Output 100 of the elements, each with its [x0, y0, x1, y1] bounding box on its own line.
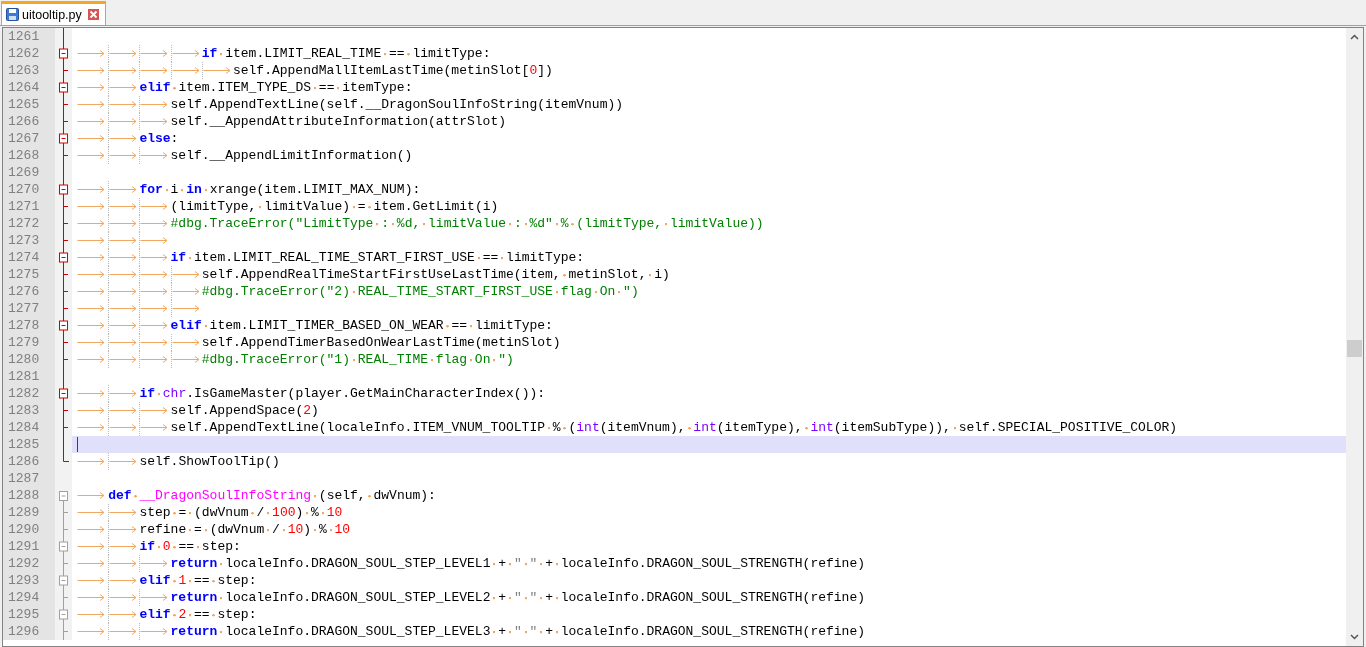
- code-line: elif 1 == step:: [139, 572, 257, 589]
- tab-arrow-icon: [77, 390, 105, 397]
- line-number: 1281: [3, 368, 55, 385]
- tab-arrow-icon: [109, 356, 138, 363]
- tab-arrow-icon: [109, 322, 138, 329]
- file-tab[interactable]: uitooltip.py: [1, 1, 106, 25]
- line-number: 1282: [3, 385, 55, 402]
- tab-arrow-icon: [140, 203, 169, 210]
- fold-minus-icon[interactable]: [59, 79, 68, 96]
- line-number: 1292: [3, 555, 55, 572]
- tab-arrow-icon: [77, 288, 105, 295]
- code-line: refine = (dwVnum / 10) % 10: [139, 521, 351, 538]
- fold-minus-icon[interactable]: [59, 538, 68, 555]
- tab-arrow-icon: [109, 611, 138, 618]
- scroll-up-icon[interactable]: [1350, 34, 1359, 40]
- tab-arrow-icon: [171, 271, 200, 278]
- line-number: 1265: [3, 96, 55, 113]
- line-number: 1290: [3, 521, 55, 538]
- fold-minus-icon[interactable]: [59, 606, 68, 623]
- fold-minus-icon[interactable]: [59, 491, 68, 504]
- tab-arrow-icon: [140, 407, 169, 414]
- code-line: return localeInfo.DRAGON_SOUL_STEP_LEVEL2 + " " + localeInfo.DRAGON_SOUL_STRENGTH(refine): [170, 589, 865, 606]
- tab-arrow-icon: [77, 339, 105, 346]
- tab-arrow-icon: [77, 186, 105, 193]
- line-number: 1270: [3, 181, 55, 198]
- line-number: 1278: [3, 317, 55, 334]
- tab-arrow-icon: [109, 339, 138, 346]
- code-line: elif 2 == step:: [139, 606, 257, 623]
- line-number: 1285: [3, 436, 55, 453]
- tab-arrow-icon: [140, 594, 169, 601]
- code-line: self.AppendSpace(2): [170, 402, 319, 419]
- line-number: 1293: [3, 572, 55, 589]
- code-line: self.AppendTextLine(localeInfo.ITEM_VNUM_TOOLTIP % (int(itemVnum), int(itemType), int(itemSubType)), self.SPECIAL_POSITIVE_COLOR): [170, 419, 1178, 436]
- tab-arrow-icon: [77, 356, 105, 363]
- tab-arrow-icon: [109, 67, 138, 74]
- line-number: 1267: [3, 130, 55, 147]
- code-line: elif item.LIMIT_TIMER_BASED_ON_WEAR == limitType:: [170, 317, 553, 334]
- tab-arrow-icon: [140, 101, 169, 108]
- line-number: 1266: [3, 113, 55, 130]
- line-number: 1274: [3, 249, 55, 266]
- code-line: self.AppendRealTimeStartFirstUseLastTime(item, metinSlot, i): [201, 266, 670, 283]
- line-number: 1294: [3, 589, 55, 606]
- tab-arrow-icon: [140, 271, 169, 278]
- line-number: 1268: [3, 147, 55, 164]
- code-line: else:: [139, 130, 179, 147]
- code-line: elif item.ITEM_TYPE_DS == itemType:: [139, 79, 413, 96]
- tab-arrow-icon: [140, 322, 169, 329]
- tab-arrow-icon: [77, 118, 105, 125]
- tab-arrow-icon: [77, 509, 105, 516]
- code-line: step = (dwVnum / 100) % 10: [139, 504, 343, 521]
- tab-arrow-icon: [77, 84, 105, 91]
- tab-arrow-icon: [171, 356, 200, 363]
- code-line: def __DragonSoulInfoString (self, dwVnum):: [108, 487, 436, 504]
- tab-arrow-icon: [109, 220, 138, 227]
- tab-arrow-icon: [77, 50, 105, 57]
- scroll-down-icon[interactable]: [1350, 634, 1359, 640]
- tab-arrow-icon: [109, 101, 138, 108]
- tab-arrow-icon: [140, 560, 169, 567]
- code-line: return localeInfo.DRAGON_SOUL_STEP_LEVEL3 + " " + localeInfo.DRAGON_SOUL_STRENGTH(refine): [170, 623, 865, 640]
- fold-minus-icon[interactable]: [59, 45, 68, 62]
- code-line: (limitType, limitValue) = item.GetLimit(i): [170, 198, 499, 215]
- tab-arrow-icon: [171, 305, 200, 312]
- tab-arrow-icon: [109, 84, 138, 91]
- code-line: return localeInfo.DRAGON_SOUL_STEP_LEVEL1 + " " + localeInfo.DRAGON_SOUL_STRENGTH(refine): [170, 555, 865, 572]
- vertical-scrollbar[interactable]: [1346, 28, 1363, 646]
- fold-minus-icon[interactable]: [59, 130, 68, 147]
- tab-arrow-icon: [109, 135, 138, 142]
- line-number: 1286: [3, 453, 55, 470]
- scrollbar-thumb[interactable]: [1347, 340, 1362, 357]
- tab-arrow-icon: [77, 611, 105, 618]
- code-line: self.__AppendAttributeInformation(attrSlot): [170, 113, 507, 130]
- tab-arrow-icon: [109, 50, 138, 57]
- tab-arrow-icon: [77, 67, 105, 74]
- line-number: 1264: [3, 79, 55, 96]
- line-number: 1280: [3, 351, 55, 368]
- close-icon[interactable]: [87, 9, 99, 20]
- tab-arrow-icon: [109, 271, 138, 278]
- line-number: 1284: [3, 419, 55, 436]
- tab-arrow-icon: [109, 203, 138, 210]
- tab-arrow-icon: [140, 305, 169, 312]
- tab-arrow-icon: [109, 594, 138, 601]
- tab-arrow-icon: [140, 424, 169, 431]
- fold-minus-icon[interactable]: [59, 181, 68, 198]
- tab-arrow-icon: [109, 390, 138, 397]
- tab-arrow-icon: [140, 152, 169, 159]
- code-line: #dbg.TraceError("2) REAL_TIME_START_FIRST_USE flag On "): [201, 283, 639, 300]
- fold-minus-icon[interactable]: [59, 317, 68, 334]
- tab-arrow-icon: [77, 305, 105, 312]
- tab-arrow-icon: [77, 254, 105, 261]
- line-number: 1289: [3, 504, 55, 521]
- fold-minus-icon[interactable]: [59, 572, 68, 589]
- tab-arrow-icon: [77, 560, 105, 567]
- fold-minus-icon[interactable]: [59, 385, 68, 402]
- tab-arrow-icon: [171, 288, 200, 295]
- tab-arrow-icon: [140, 288, 169, 295]
- tab-arrow-icon: [109, 237, 138, 244]
- fold-minus-icon[interactable]: [59, 249, 68, 266]
- line-number: 1269: [3, 164, 55, 181]
- tab-arrow-icon: [140, 50, 169, 57]
- code-line: self.AppendTextLine(self.__DragonSoulInfoString(itemVnum)): [170, 96, 624, 113]
